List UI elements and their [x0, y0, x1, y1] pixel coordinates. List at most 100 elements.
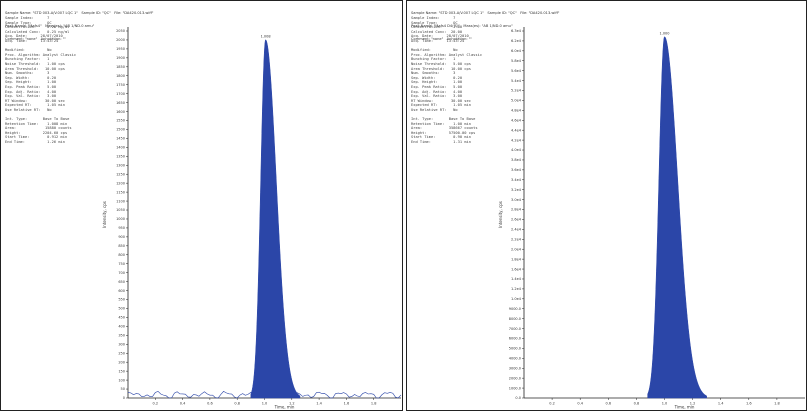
y-tick-label: 750	[118, 262, 125, 266]
x-tick-label: 0.4	[180, 402, 186, 406]
y-tick-label: 4.0e4	[511, 148, 522, 152]
y-tick-label: 1.2e4	[511, 287, 522, 291]
y-tick-label: 2.4e4	[511, 228, 522, 232]
x-tick-label: 1.4	[718, 402, 724, 406]
y-tick-label: 450	[118, 316, 125, 320]
peak-area	[250, 39, 301, 399]
chromatogram-chart: 2050200019501900185018001750170016501600…	[102, 27, 402, 410]
y-tick-label: 1650	[116, 101, 125, 105]
y-tick-label: 1.4e4	[511, 277, 522, 281]
y-tick-label: 5.6e4	[511, 69, 522, 73]
y-tick-label: 800	[118, 253, 125, 257]
x-tick-label: 1.6	[344, 402, 350, 406]
y-tick-label: 1100	[116, 199, 125, 203]
y-tick-label: 250	[118, 351, 125, 355]
y-tick-label: 700	[118, 271, 125, 275]
y-tick-label: 5.4e4	[511, 79, 522, 83]
y-tick-label: 5.2e4	[511, 89, 522, 93]
y-tick-label: 1250	[116, 172, 125, 176]
chromatogram-panel-internal-standard: Sample Name: "STD 003-A/V.007 LQC 1" Sam…	[406, 0, 807, 411]
y-tick-label: 1700	[116, 92, 125, 96]
x-axis-label: Time, min	[274, 405, 295, 410]
y-tick-label: 4.6e4	[511, 118, 522, 122]
peak-rt-label: 1.000	[659, 32, 669, 36]
y-tick-label: 3.8e4	[511, 158, 522, 162]
y-tick-label: 1000	[116, 217, 125, 221]
y-tick-label: 7000.0	[509, 327, 521, 331]
y-tick-label: 550	[118, 298, 125, 302]
y-tick-label: 850	[118, 244, 125, 248]
y-tick-label: 1950	[116, 47, 125, 51]
x-tick-label: 0.2	[549, 402, 555, 406]
y-tick-label: 1.6e4	[511, 267, 522, 271]
x-axis-label: Time, min	[674, 405, 695, 410]
y-tick-label: 1600	[116, 110, 125, 114]
x-tick-label: 0.6	[606, 402, 612, 406]
y-tick-label: 2.2e4	[511, 237, 522, 241]
y-tick-label: 6000.0	[509, 337, 521, 341]
chromatogram-panel-analyte: Sample Name: "STD 003-A/V.007 LQC 1" Sam…	[0, 0, 403, 411]
y-tick-label: 200	[118, 360, 125, 364]
y-tick-label: 4000.0	[509, 357, 521, 361]
y-tick-label: 500	[118, 307, 125, 311]
y-tick-label: 0	[123, 396, 125, 400]
y-tick-label: 3.0e4	[511, 198, 522, 202]
y-tick-label: 2000	[116, 38, 125, 42]
x-tick-label: 0.8	[634, 402, 640, 406]
y-axis-label: Intensity, cps	[102, 201, 107, 228]
y-tick-label: 4.8e4	[511, 109, 522, 113]
y-tick-label: 150	[118, 369, 125, 373]
y-tick-label: 1350	[116, 155, 125, 159]
peak-rt-label: 1.008	[261, 35, 271, 39]
y-tick-label: 6.2e4	[511, 39, 522, 43]
y-tick-label: 9000.0	[509, 307, 521, 311]
x-tick-label: 0.8	[234, 402, 240, 406]
y-tick-label: 2000.0	[509, 376, 521, 380]
x-tick-label: 1.0	[662, 402, 668, 406]
y-tick-label: 1400	[116, 146, 125, 150]
y-tick-label: 4.2e4	[511, 138, 522, 142]
y-tick-label: 650	[118, 280, 125, 284]
x-tick-label: 1.6	[746, 402, 752, 406]
y-tick-label: 3.4e4	[511, 178, 522, 182]
y-tick-label: 100	[118, 378, 125, 382]
y-tick-label: 1.0e4	[511, 297, 522, 301]
y-tick-label: 5.0e4	[511, 99, 522, 103]
y-tick-label: 3.6e4	[511, 168, 522, 172]
y-tick-label: 3000.0	[509, 366, 521, 370]
y-tick-label: 1450	[116, 137, 125, 141]
y-tick-label: 6.0e4	[511, 49, 522, 53]
x-tick-label: 1.0	[262, 402, 268, 406]
y-tick-label: 0.0	[515, 396, 521, 400]
y-tick-label: 6.3e4	[511, 29, 522, 33]
y-tick-label: 2.0e4	[511, 247, 522, 251]
peak-area	[647, 36, 707, 399]
y-tick-label: 3.2e4	[511, 188, 522, 192]
y-axis-label: Intensity, cps	[498, 201, 503, 228]
chromatogram-chart: 6.3e4 6.2e4 6.0e4 5.8e4 5.6e4 5.4e4 5.2e4 5.0e4…	[498, 27, 805, 410]
y-tick-label: 1850	[116, 65, 125, 69]
y-tick-label: 900	[118, 235, 125, 239]
y-tick-label: 1300	[116, 163, 125, 167]
y-tick-label: 950	[118, 226, 125, 230]
y-tick-label: 5.8e4	[511, 59, 522, 63]
y-tick-label: 2.8e4	[511, 208, 522, 212]
x-tick-label: 0.6	[207, 402, 213, 406]
y-tick-label: 1200	[116, 181, 125, 185]
y-tick-label: 600	[118, 289, 125, 293]
y-tick-label: 50	[121, 387, 125, 391]
y-tick-label: 1750	[116, 83, 125, 87]
y-tick-label: 1900	[116, 56, 125, 60]
y-tick-label: 350	[118, 334, 125, 338]
y-tick-label: 8000.0	[509, 317, 521, 321]
y-tick-label: 1050	[116, 208, 125, 212]
y-tick-label: 1.8e4	[511, 257, 522, 261]
y-tick-label: 1150	[116, 190, 125, 194]
x-tick-label: 0.4	[577, 402, 583, 406]
x-tick-label: 1.8	[774, 402, 780, 406]
y-tick-label: 1550	[116, 119, 125, 123]
x-tick-label: 1.8	[371, 402, 377, 406]
y-tick-label: 400	[118, 325, 125, 329]
y-tick-label: 2050	[116, 29, 125, 33]
y-tick-label: 5000.0	[509, 347, 521, 351]
